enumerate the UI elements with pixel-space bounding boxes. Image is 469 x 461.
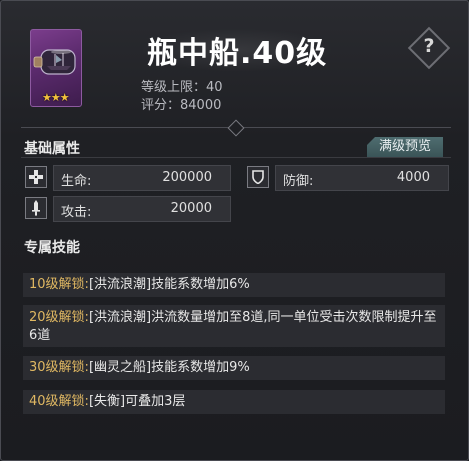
item-score: 评分：84000 xyxy=(141,98,222,113)
help-icon[interactable]: ? xyxy=(414,31,444,61)
skill-unlock-level: 40级解锁: xyxy=(29,394,89,409)
skill-row-10: 10级解锁:[洪流浪潮]技能系数增加6% xyxy=(23,273,445,297)
hp-label: 生命: xyxy=(61,174,92,189)
def-field: 防御: 4000 xyxy=(275,165,449,191)
skill-description: [洪流浪潮]技能系数增加6% xyxy=(88,277,250,292)
skill-unlock-level: 30级解锁: xyxy=(29,360,89,375)
cross-icon xyxy=(25,166,47,188)
max-level-preview-button[interactable]: 满级预览 xyxy=(367,137,443,157)
skill-row-20: 20级解锁:[洪流浪潮]洪流数量增加至8道,同一单位受击次数限制提升至6道 xyxy=(23,305,445,347)
level-cap: 等级上限：40 xyxy=(141,80,223,95)
skill-description: [幽灵之船]技能系数增加9% xyxy=(88,360,250,375)
exclusive-skills-heading: 专属技能 xyxy=(24,240,80,256)
hp-field: 生命: 200000 xyxy=(53,165,231,191)
def-value: 4000 xyxy=(396,170,430,185)
skill-description: [洪流浪潮]洪流数量增加至8道,同一单位受击次数限制提升至6道 xyxy=(29,310,437,343)
skill-unlock-level: 20级解锁: xyxy=(29,310,89,325)
item-detail-panel: ★★★ 瓶中船.40级 等级上限：40 评分：84000 ? 基础属性 满级预览… xyxy=(0,0,469,461)
skill-row-40: 40级解锁:[失衡]可叠加3层 xyxy=(23,390,445,414)
atk-field: 攻击: 20000 xyxy=(53,196,231,222)
skill-unlock-level: 10级解锁: xyxy=(29,277,89,292)
basic-attributes-heading: 基础属性 xyxy=(24,141,80,157)
skill-row-30: 30级解锁:[幽灵之船]技能系数增加9% xyxy=(23,356,445,380)
section-divider xyxy=(21,157,451,158)
item-title: 瓶中船.40级 xyxy=(139,28,336,72)
atk-value: 20000 xyxy=(170,201,212,216)
star-rating: ★★★ xyxy=(42,91,70,104)
ship-in-bottle-image: ★★★ xyxy=(30,29,82,107)
shield-icon xyxy=(247,166,269,188)
hp-value: 200000 xyxy=(162,170,212,185)
skill-description: [失衡]可叠加3层 xyxy=(88,394,186,409)
divider-ornament xyxy=(227,119,245,137)
def-label: 防御: xyxy=(283,174,314,189)
atk-label: 攻击: xyxy=(61,205,92,220)
sword-icon xyxy=(25,197,47,219)
